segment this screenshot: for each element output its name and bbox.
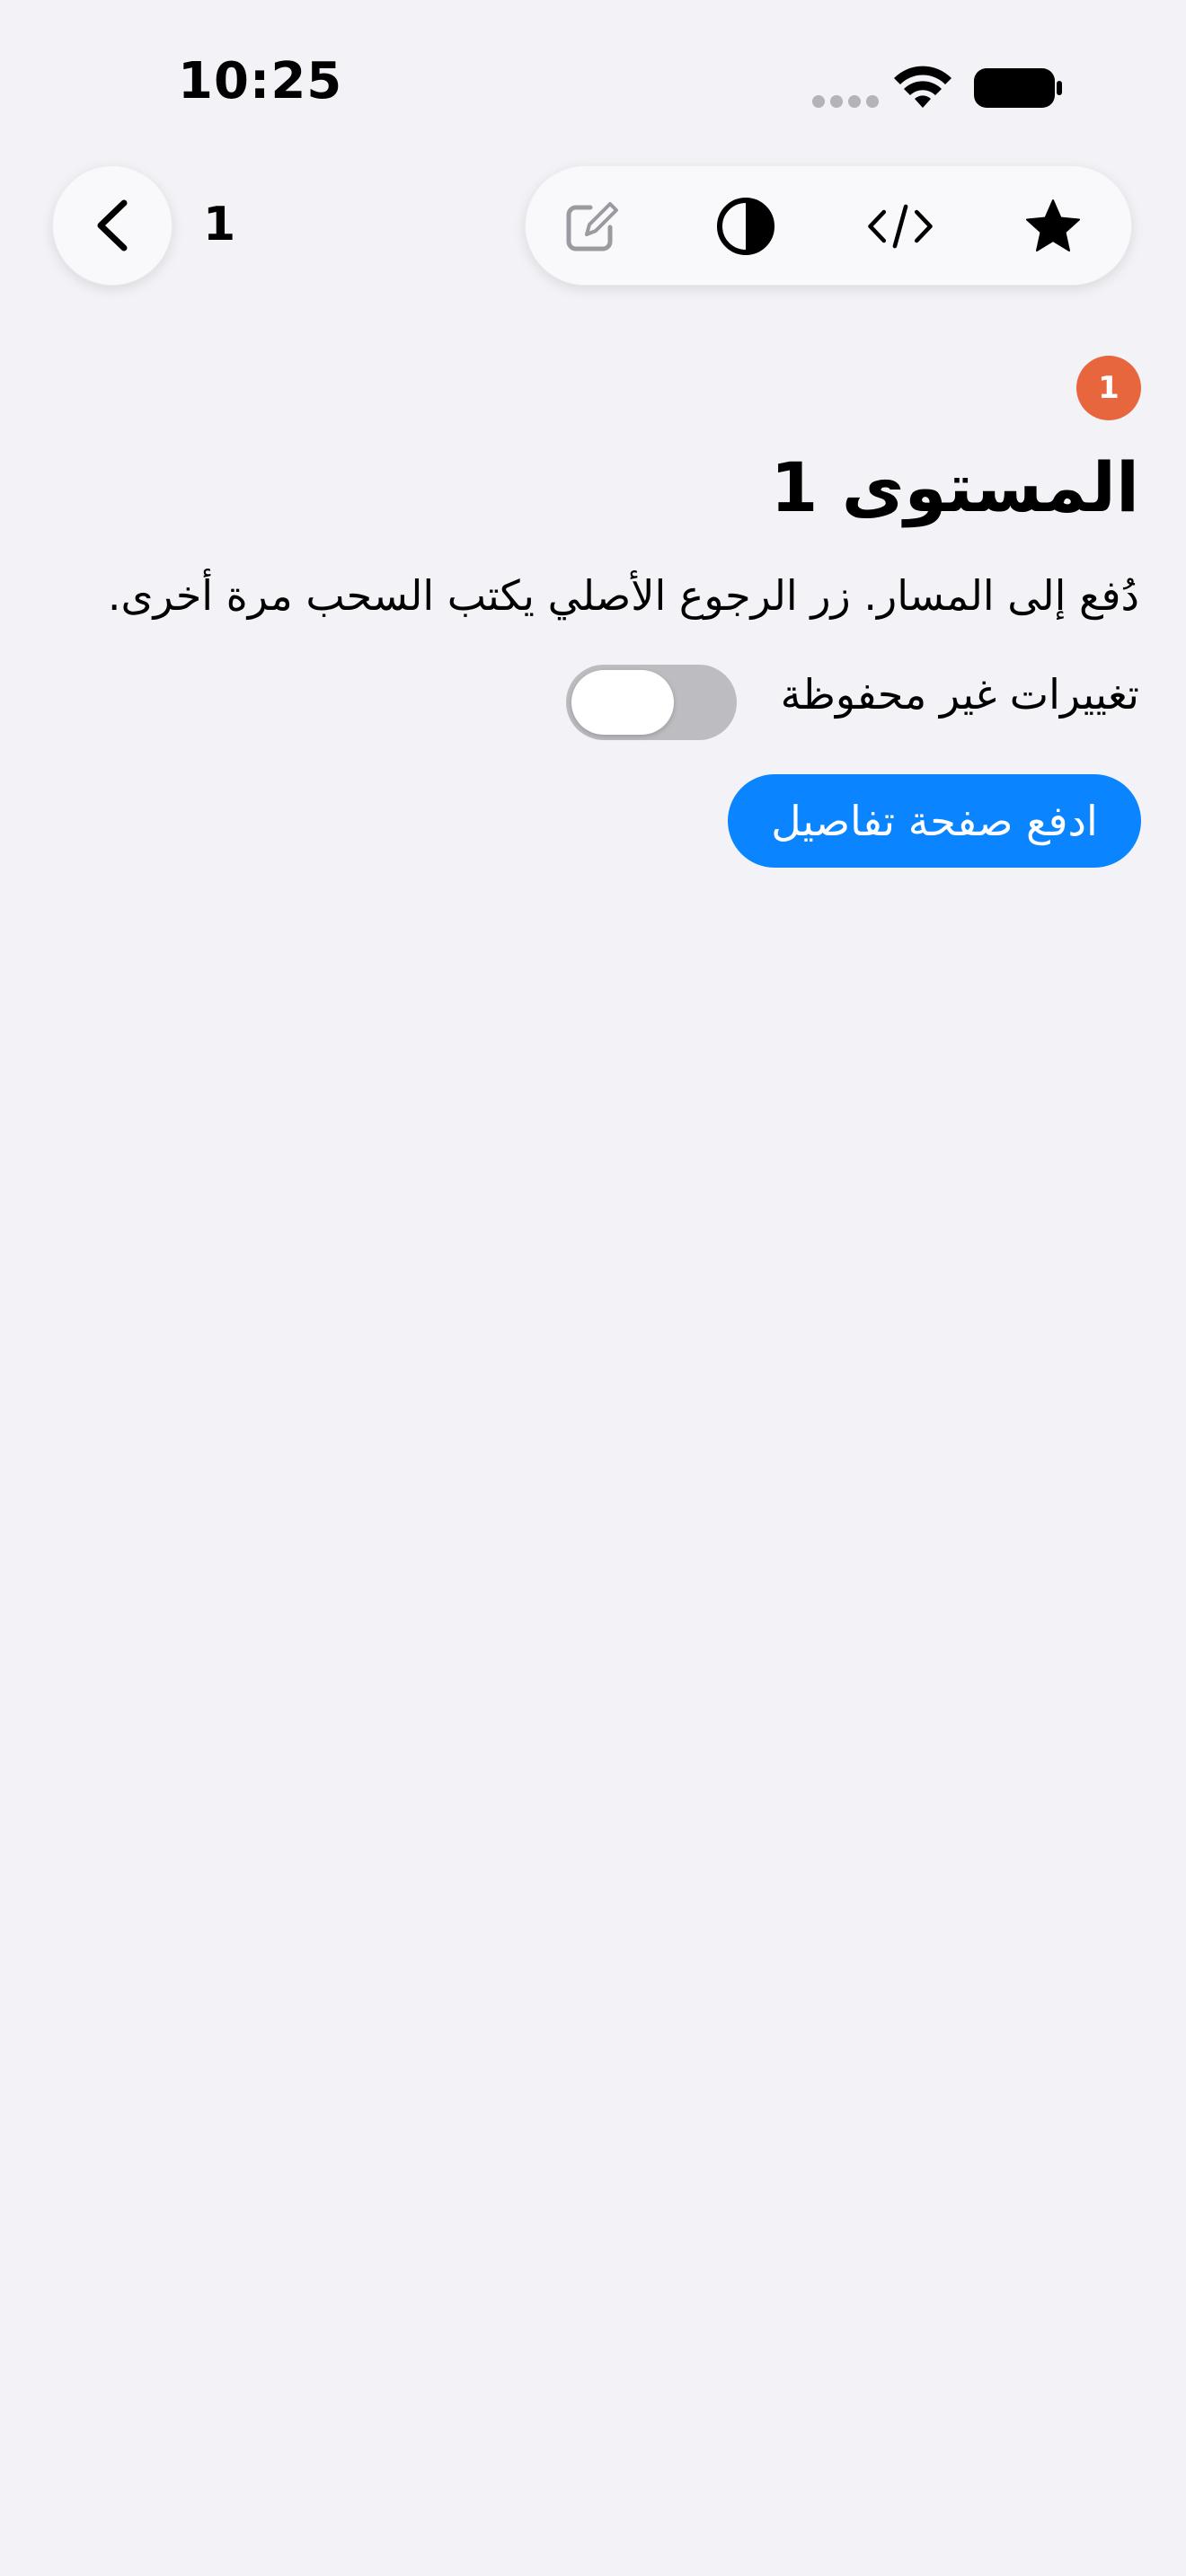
unsaved-changes-label: تغييرات غير محفوظة xyxy=(780,670,1139,719)
level-badge: 1 xyxy=(1076,356,1141,420)
compose-button[interactable] xyxy=(557,192,625,260)
cellular-signal-icon xyxy=(812,95,879,108)
star-icon xyxy=(1026,199,1080,251)
push-details-button[interactable]: ادفع صفحة تفاصيل xyxy=(728,774,1141,868)
battery-icon xyxy=(974,68,1062,108)
description-text: دُفع إلى المسار. زر الرجوع الأصلي يكتب ا… xyxy=(107,571,1139,620)
code-icon xyxy=(868,204,933,249)
toolbar xyxy=(525,165,1132,286)
page-title: المستوى 1 xyxy=(770,447,1139,527)
contrast-icon xyxy=(717,198,774,255)
back-button[interactable] xyxy=(52,165,173,286)
nav-title: 1 xyxy=(203,198,236,251)
unsaved-changes-toggle[interactable] xyxy=(566,665,737,740)
appearance-button[interactable] xyxy=(712,192,780,260)
chevron-left-icon xyxy=(97,199,128,251)
code-button[interactable] xyxy=(866,192,934,260)
compose-icon xyxy=(566,202,618,251)
favorite-button[interactable] xyxy=(1019,192,1087,260)
toggle-knob xyxy=(571,670,674,735)
wifi-icon xyxy=(894,66,951,108)
status-time: 10:25 xyxy=(178,52,343,110)
